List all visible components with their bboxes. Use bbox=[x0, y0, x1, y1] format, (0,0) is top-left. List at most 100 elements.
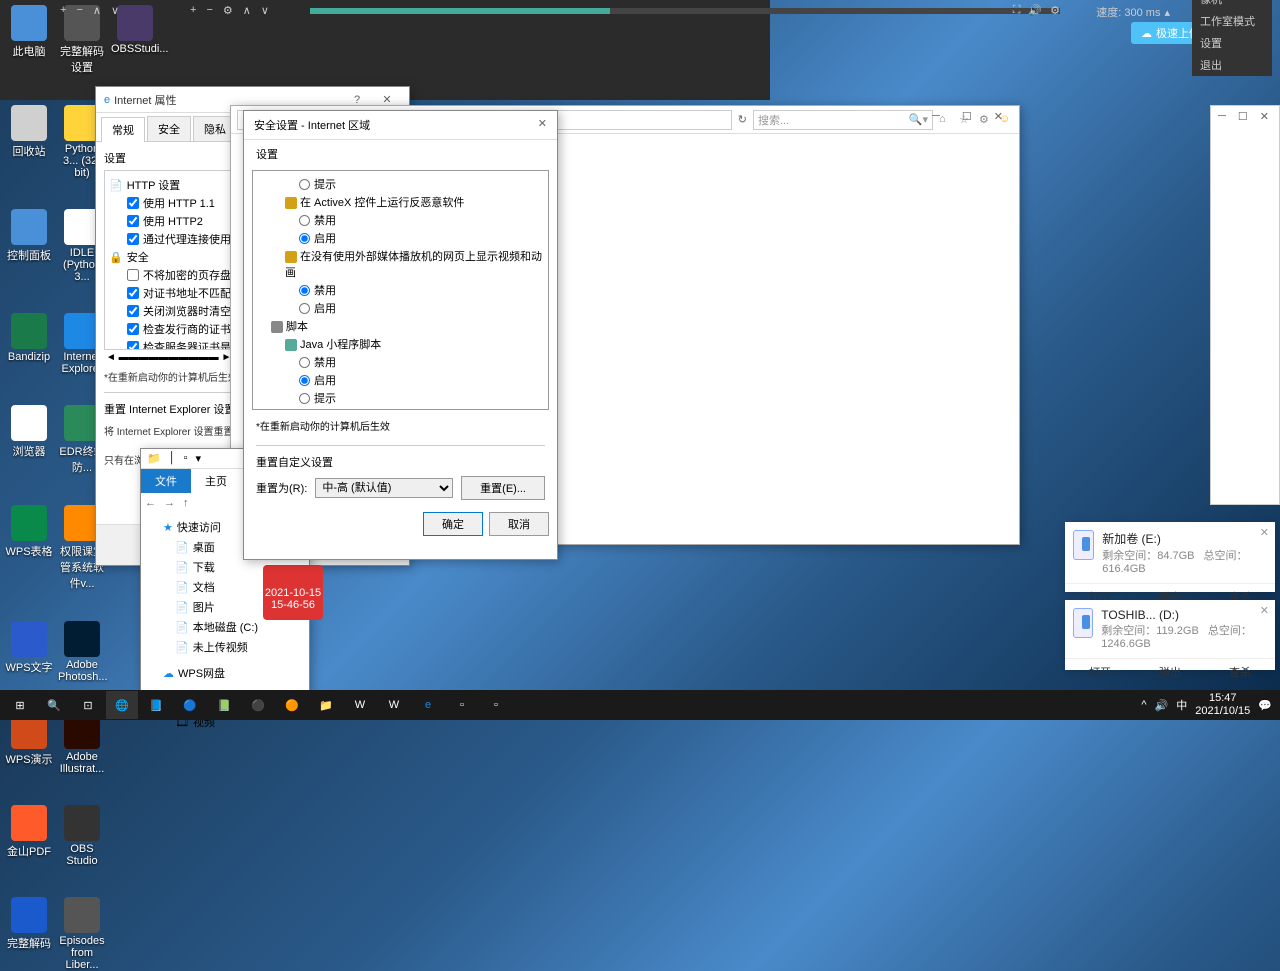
maximize-button[interactable]: ☐ bbox=[952, 106, 982, 127]
reset-button[interactable]: 重置(E)... bbox=[461, 476, 545, 500]
radio-option[interactable]: 禁用 bbox=[257, 211, 544, 229]
desktop-icon[interactable]: OBS Studio bbox=[58, 805, 106, 867]
reset-level-select[interactable]: 中-高 (默认值) bbox=[315, 478, 453, 498]
desktop-icon[interactable] bbox=[111, 897, 159, 971]
forward-button[interactable]: → bbox=[164, 497, 175, 509]
search-box[interactable]: 搜索...🔍▾ bbox=[753, 110, 933, 130]
tree-node[interactable]: 📄未上传视频 bbox=[149, 637, 301, 657]
ok-button[interactable]: 确定 bbox=[423, 512, 483, 536]
tray-up-icon[interactable]: ^ bbox=[1141, 699, 1146, 711]
ie-icon: e bbox=[104, 94, 110, 106]
wps-icon[interactable]: W bbox=[344, 691, 376, 719]
desktop-icon[interactable]: 金山PDF bbox=[5, 805, 53, 867]
down-button[interactable]: ∨ bbox=[261, 4, 269, 17]
radio-option[interactable]: 提示 bbox=[257, 175, 544, 193]
app-icon[interactable]: 📗 bbox=[208, 691, 240, 719]
dialog-title: 安全设置 - Internet 区域 bbox=[254, 117, 370, 133]
cancel-button[interactable]: 取消 bbox=[489, 512, 549, 536]
ribbon-tab[interactable]: 文件 bbox=[141, 469, 191, 493]
desktop-icon[interactable]: Bandizip bbox=[5, 313, 53, 375]
notification-icon[interactable]: 💬 bbox=[1258, 699, 1272, 712]
gear-icon[interactable]: ⚙ bbox=[1050, 4, 1060, 17]
remove-button[interactable]: − bbox=[76, 4, 82, 17]
fullscreen-icon[interactable]: ⛶ bbox=[1013, 4, 1021, 17]
audio-slider[interactable] bbox=[310, 8, 1060, 14]
back-button[interactable]: ← bbox=[145, 497, 156, 509]
clock[interactable]: 15:47 2021/10/15 bbox=[1195, 692, 1250, 718]
ime-indicator[interactable]: 中 bbox=[1176, 697, 1187, 713]
close-icon[interactable]: ✕ bbox=[1260, 526, 1269, 539]
security-settings-list[interactable]: 提示在 ActiveX 控件上运行反恶意软件禁用启用在没有使用外部媒体播放机的网… bbox=[252, 170, 549, 410]
obs-menu-item[interactable]: 启动虚拟摄像机 bbox=[1192, 0, 1272, 10]
close-button[interactable]: ✕ bbox=[984, 106, 1013, 127]
tree-node[interactable]: 📄本地磁盘 (C:) bbox=[149, 617, 301, 637]
desktop-icon[interactable] bbox=[111, 805, 159, 867]
desktop-icon[interactable]: WPS表格 bbox=[5, 505, 53, 591]
usb-action[interactable]: 弹出 bbox=[1135, 659, 1205, 685]
app-icon[interactable]: ▫ bbox=[480, 691, 512, 719]
radio-option[interactable]: 启用 bbox=[257, 299, 544, 317]
desktop-icon[interactable]: WPS文字 bbox=[5, 621, 53, 683]
usb-action[interactable]: 打开 bbox=[1065, 659, 1135, 685]
folder-icon: 📁 bbox=[147, 452, 161, 465]
radio-option[interactable]: 禁用 bbox=[257, 281, 544, 299]
gear-icon[interactable]: ⚙ bbox=[223, 4, 233, 17]
maximize-button[interactable]: ☐ bbox=[1232, 108, 1254, 125]
close-button[interactable]: ✕ bbox=[538, 117, 547, 133]
radio-option[interactable]: 提示 bbox=[257, 389, 544, 407]
wps-icon[interactable]: W bbox=[378, 691, 410, 719]
search-button[interactable]: 🔍 bbox=[38, 691, 70, 719]
usb-action[interactable]: 查杀 bbox=[1205, 659, 1275, 685]
obs-menu-item[interactable]: 退出 bbox=[1192, 54, 1272, 76]
down-button[interactable]: ∨ bbox=[111, 4, 119, 17]
chrome-icon[interactable]: 🌐 bbox=[106, 691, 138, 719]
tab-安全[interactable]: 安全 bbox=[147, 116, 191, 141]
desktop-icon[interactable]: 浏览器 bbox=[5, 405, 53, 475]
radio-option[interactable]: 禁用 bbox=[257, 353, 544, 371]
refresh-icon[interactable]: ↻ bbox=[738, 113, 747, 126]
close-icon[interactable]: ✕ bbox=[1260, 604, 1269, 617]
ribbon-tab[interactable]: 主页 bbox=[191, 469, 241, 493]
app-icon[interactable]: 📘 bbox=[140, 691, 172, 719]
minimize-button[interactable]: ─ bbox=[922, 106, 950, 127]
usb-drive-icon bbox=[1073, 530, 1094, 560]
app-icon[interactable]: 🟠 bbox=[276, 691, 308, 719]
up-button[interactable]: ∧ bbox=[93, 4, 101, 17]
desktop: 此电脑完整解码设置OBSStudi...回收站Python 3... (32-b… bbox=[0, 0, 1280, 720]
wps-drive-node[interactable]: ☁WPS网盘 bbox=[149, 663, 301, 683]
desktop-icon[interactable]: WPS演示 bbox=[5, 713, 53, 775]
up-button[interactable]: ∧ bbox=[243, 4, 251, 17]
desktop-icon[interactable]: 此电脑 bbox=[5, 5, 53, 75]
obs-recording-thumb[interactable]: 2021-10-15 15-46-56 bbox=[263, 565, 323, 620]
setting-group: 在没有使用外部媒体播放机的网页上显示视频和动画 bbox=[257, 247, 544, 281]
add-button[interactable]: + bbox=[60, 4, 66, 17]
radio-option[interactable]: 启用 bbox=[257, 229, 544, 247]
desktop-icon[interactable]: 控制面板 bbox=[5, 209, 53, 283]
speaker-icon[interactable]: 🔊 bbox=[1028, 4, 1042, 17]
app-icon[interactable]: ▫ bbox=[446, 691, 478, 719]
obs-icon[interactable]: ⚫ bbox=[242, 691, 274, 719]
close-button[interactable]: ✕ bbox=[1254, 108, 1275, 125]
app-icon[interactable]: 🔵 bbox=[174, 691, 206, 719]
task-view-button[interactable]: ⊡ bbox=[72, 691, 104, 719]
start-button[interactable]: ⊞ bbox=[4, 691, 36, 719]
setting-group: Java 小程序脚本 bbox=[257, 335, 544, 353]
up-button[interactable]: ↑ bbox=[183, 497, 189, 509]
obs-menu-item[interactable]: 工作室模式 bbox=[1192, 10, 1272, 32]
tab-常规[interactable]: 常规 bbox=[101, 117, 145, 142]
desktop-icon[interactable]: 回收站 bbox=[5, 105, 53, 179]
remove-button[interactable]: − bbox=[206, 4, 212, 17]
desktop-icon[interactable]: Episodes from Liber... bbox=[58, 897, 106, 971]
add-button[interactable]: + bbox=[190, 4, 196, 17]
explorer-icon[interactable]: 📁 bbox=[310, 691, 342, 719]
tray-icon[interactable]: 🔊 bbox=[1155, 699, 1169, 712]
ie-icon[interactable]: e bbox=[412, 691, 444, 719]
desktop-icon[interactable]: Adobe Illustrat... bbox=[58, 713, 106, 775]
radio-option[interactable]: 启用 bbox=[257, 371, 544, 389]
obs-menu-item[interactable]: 设置 bbox=[1192, 32, 1272, 54]
minimize-button[interactable]: ─ bbox=[1212, 108, 1232, 125]
desktop-icon[interactable]: Adobe Photosh... bbox=[58, 621, 106, 683]
props-icon[interactable]: ▫ bbox=[184, 452, 188, 465]
desktop-icon[interactable]: 完整解码 bbox=[5, 897, 53, 971]
spinner-up[interactable]: ▴ bbox=[1164, 6, 1170, 19]
